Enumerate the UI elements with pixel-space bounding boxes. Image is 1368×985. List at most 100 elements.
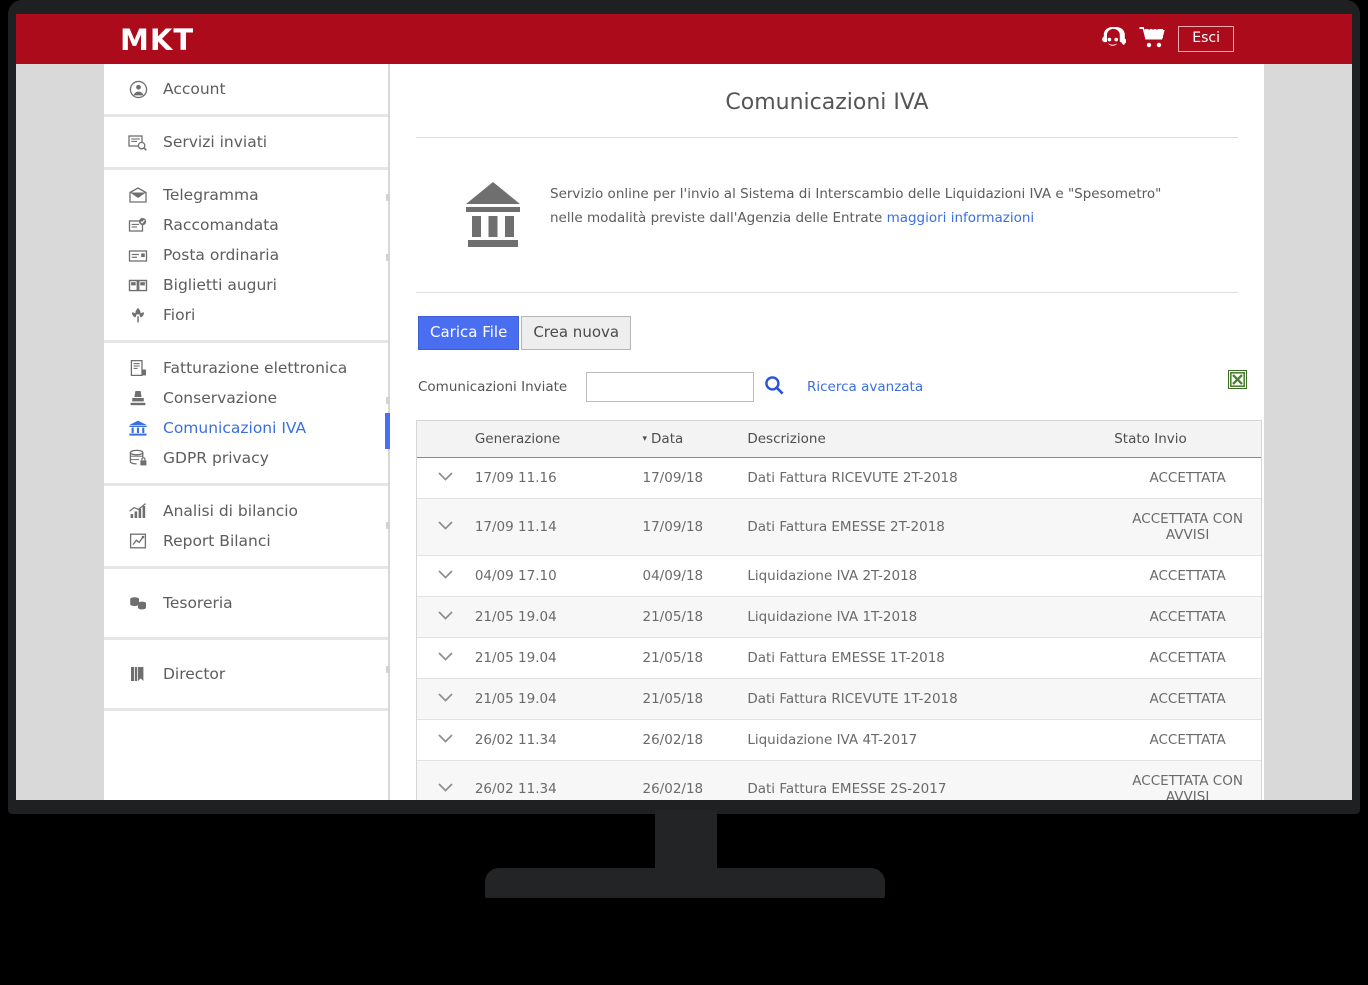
cell-generazione: 04/09 17.10: [474, 555, 643, 597]
cell-data: 21/05/18: [642, 678, 748, 720]
search-input[interactable]: [586, 371, 754, 402]
cell-data: 21/05/18: [642, 637, 748, 679]
th-data[interactable]: ▾ Data: [642, 420, 748, 458]
excel-export-icon[interactable]: [1228, 369, 1247, 393]
telegram-envelope-icon: [127, 185, 149, 205]
table-row[interactable]: 04/09 17.10 04/09/18 Liquidazione IVA 2T-2…: [417, 555, 1261, 597]
intro-text: Servizio online per l'invio al Sistema d…: [550, 178, 1175, 228]
sidebar-item-telegramma[interactable]: Telegramma: [104, 180, 388, 210]
table-header-row: Generazione ▾ Data Descrizione Stato Invi…: [417, 420, 1261, 458]
sidebar-group: Analisi di bilancio Report Bilanci: [104, 486, 394, 569]
th-stato-invio[interactable]: Stato Invio: [1114, 420, 1261, 458]
sidebar-item-fatturazione-elettronica[interactable]: Fatturazione elettronica: [104, 353, 388, 383]
sidebar-group: Servizi inviati: [104, 117, 388, 170]
sidebar-item-label: Fatturazione elettronica: [163, 359, 348, 377]
table-row[interactable]: 21/05 19.04 21/05/18 Liquidazione IVA 1T-2…: [417, 596, 1261, 638]
sidebar-item-analisi-di-bilancio[interactable]: Analisi di bilancio: [104, 496, 388, 526]
tab-carica-file[interactable]: Carica File: [418, 316, 520, 350]
bank-building-icon: [462, 178, 524, 254]
cell-generazione: 26/02 11.34: [474, 719, 643, 761]
chevron-down-icon[interactable]: [417, 498, 475, 556]
sidebar-item-label: Comunicazioni IVA: [163, 419, 307, 437]
monitor-stand-base: [485, 868, 885, 898]
sidebar-item-report-bilanci[interactable]: Report Bilanci: [104, 526, 388, 556]
ordinary-mail-icon: [127, 245, 149, 265]
chevron-down-icon[interactable]: [417, 678, 475, 720]
cell-data: 26/02/18: [642, 719, 748, 761]
sidebar-item-conservazione[interactable]: Conservazione: [104, 383, 388, 413]
header-actions: Esci: [1099, 24, 1234, 54]
sidebar-item-label: Fiori: [163, 306, 196, 324]
cell-generazione: 21/05 19.04: [474, 678, 643, 720]
cell-descrizione: Dati Fattura EMESSE 2S-2017: [747, 760, 1115, 800]
table-body: 17/09 11.16 17/09/18 Dati Fattura RICEVUTE…: [417, 457, 1261, 800]
table-row[interactable]: 21/05 19.04 21/05/18 Dati Fattura EMESSE 1…: [417, 637, 1261, 679]
sidebar-item-biglietti-auguri[interactable]: Biglietti auguri: [104, 270, 388, 300]
status-badge: ACCETTATA: [1114, 637, 1261, 679]
table-row[interactable]: 26/02 11.34 26/02/18 Dati Fattura EMESSE 2…: [417, 760, 1261, 800]
invoice-icon: [127, 358, 149, 378]
sidebar-item-posta-ordinaria[interactable]: Posta ordinaria: [104, 240, 388, 270]
status-badge: ACCETTATA: [1114, 678, 1261, 720]
cell-data: 17/09/18: [642, 498, 748, 556]
chevron-down-icon[interactable]: [417, 719, 475, 761]
table-row[interactable]: 21/05 19.04 21/05/18 Dati Fattura RICEVUTE…: [417, 678, 1261, 720]
more-info-link[interactable]: maggiori informazioni: [887, 209, 1035, 229]
sidebar-item-raccomandata[interactable]: Raccomandata: [104, 210, 388, 240]
sidebar-item-tesoreria[interactable]: Tesoreria: [104, 588, 388, 618]
stamp-icon: [127, 388, 149, 408]
sidebar-item-account[interactable]: Account: [104, 74, 388, 104]
sidebar-item-director[interactable]: Director: [104, 659, 388, 689]
monitor-scene: MKT Esci Account Servizi inviati Telegra…: [0, 0, 1368, 985]
chevron-down-icon[interactable]: [417, 760, 475, 800]
chevron-down-icon[interactable]: [417, 457, 475, 499]
results-table-container: Generazione ▾ Data Descrizione Stato Invi…: [416, 419, 1262, 800]
app-body: Account Servizi inviati Telegramma Racco…: [16, 64, 1352, 800]
sidebar-item-label: Raccomandata: [163, 216, 279, 234]
shopping-cart-icon[interactable]: [1139, 25, 1165, 53]
sort-marker-icon: ▾: [642, 433, 648, 444]
status-badge: ACCETTATA: [1114, 457, 1261, 499]
sidebar-item-gdpr-privacy[interactable]: GDPR privacy: [104, 443, 388, 473]
sidebar-group: Fatturazione elettronica Conservazione C…: [104, 343, 394, 486]
th-descrizione[interactable]: Descrizione: [747, 420, 1115, 458]
search-icon[interactable]: [763, 374, 785, 400]
th-generazione[interactable]: Generazione: [474, 420, 643, 458]
cell-generazione: 26/02 11.34: [474, 760, 643, 800]
table-row[interactable]: 26/02 11.34 26/02/18 Liquidazione IVA 4T-2…: [417, 719, 1261, 761]
sidebar-item-label: Telegramma: [163, 186, 259, 204]
cell-descrizione: Dati Fattura RICEVUTE 2T-2018: [747, 457, 1115, 499]
app-header: MKT Esci: [16, 14, 1352, 64]
cell-data: 21/05/18: [642, 596, 748, 638]
table-row[interactable]: 17/09 11.14 17/09/18 Dati Fattura EMESSE 2…: [417, 498, 1261, 556]
status-badge: ACCETTATA: [1114, 596, 1261, 638]
status-badge: ACCETTATA CON AVVISI: [1114, 760, 1261, 800]
table-row[interactable]: 17/09 11.16 17/09/18 Dati Fattura RICEVUTE…: [417, 457, 1261, 499]
tabs-row: Carica File Crea nuova: [390, 293, 1264, 350]
sidebar-item-fiori[interactable]: Fiori: [104, 300, 388, 330]
coins-icon: [127, 593, 149, 613]
flower-icon: [127, 305, 149, 325]
results-table: Generazione ▾ Data Descrizione Stato Invi…: [417, 420, 1261, 800]
headset-icon[interactable]: [1099, 25, 1127, 53]
logout-button[interactable]: Esci: [1178, 25, 1234, 53]
screen: MKT Esci Account Servizi inviati Telegra…: [16, 14, 1352, 800]
sidebar-item-label: Servizi inviati: [163, 133, 268, 151]
search-row: Comunicazioni Inviate Ricerca avanzata: [390, 350, 1264, 402]
advanced-search-link[interactable]: Ricerca avanzata: [807, 379, 923, 395]
table-header: Generazione ▾ Data Descrizione Stato Invi…: [417, 420, 1261, 458]
cell-data: 04/09/18: [642, 555, 748, 597]
chevron-down-icon[interactable]: [417, 555, 475, 597]
tab-crea-nuova[interactable]: Crea nuova: [521, 316, 632, 350]
chevron-down-icon[interactable]: [417, 596, 475, 638]
sidebar-group: Account: [104, 64, 388, 117]
cell-descrizione: Liquidazione IVA 2T-2018: [747, 555, 1115, 597]
sidebar: Account Servizi inviati Telegramma Racco…: [104, 64, 394, 800]
sidebar-item-servizi-inviati[interactable]: Servizi inviati: [104, 127, 388, 157]
chevron-down-icon[interactable]: [417, 637, 475, 679]
greeting-card-icon: [127, 275, 149, 295]
sidebar-item-label: Biglietti auguri: [163, 276, 277, 294]
sidebar-item-label: GDPR privacy: [163, 449, 269, 467]
cell-descrizione: Dati Fattura EMESSE 1T-2018: [747, 637, 1115, 679]
sidebar-item-comunicazioni-iva[interactable]: Comunicazioni IVA: [104, 413, 391, 449]
